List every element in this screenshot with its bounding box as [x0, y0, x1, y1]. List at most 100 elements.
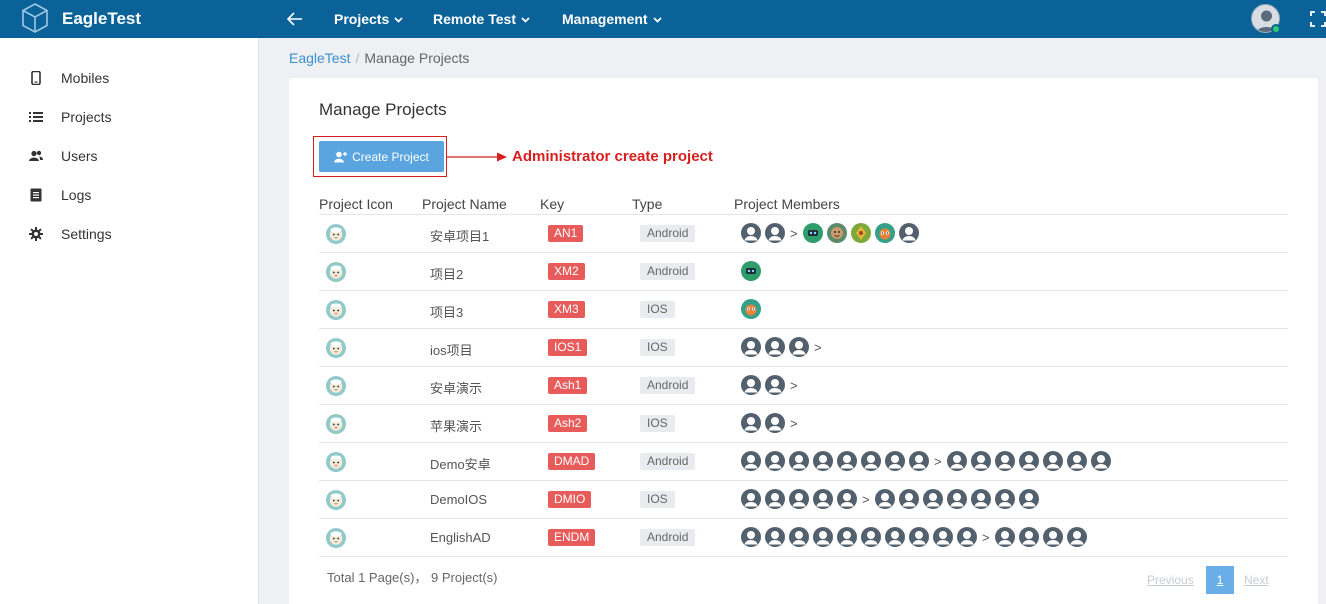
member-avatar-icon[interactable] — [970, 451, 991, 471]
member-avatar-icon[interactable] — [837, 489, 857, 509]
create-project-button[interactable]: Create Project — [319, 141, 444, 172]
member-avatar-icon[interactable] — [765, 489, 785, 509]
owl-avatar-icon[interactable] — [741, 299, 761, 319]
member-avatar-icon[interactable] — [789, 489, 809, 509]
table-row[interactable]: 安卓项目1 AN1 Android > — [319, 215, 1288, 253]
more-members-indicator[interactable]: > — [981, 530, 991, 545]
sidebar-item-logs[interactable]: Logs — [0, 180, 259, 210]
table-row[interactable]: DemoIOS DMIO IOS > — [319, 481, 1288, 519]
member-avatar-icon[interactable] — [861, 451, 881, 471]
member-avatar-icon[interactable] — [741, 337, 761, 357]
member-avatar-icon[interactable] — [874, 489, 895, 509]
member-avatar-icon[interactable] — [789, 337, 809, 357]
sidebar-item-users[interactable]: Users — [0, 141, 259, 171]
robot-avatar-icon[interactable] — [802, 223, 823, 243]
member-avatar-icon[interactable] — [765, 375, 785, 395]
project-members: > — [741, 337, 823, 357]
project-name[interactable]: EnglishAD — [430, 530, 491, 545]
table-row[interactable]: 项目2 XM2 Android — [319, 253, 1288, 291]
member-avatar-icon[interactable] — [909, 451, 929, 471]
project-name[interactable]: ios项目 — [430, 340, 473, 359]
member-avatar-icon[interactable] — [1090, 451, 1111, 471]
member-avatar-icon[interactable] — [1042, 527, 1063, 547]
breadcrumb-root[interactable]: EagleTest — [289, 50, 350, 66]
robot-avatar-icon[interactable] — [741, 261, 761, 281]
member-avatar-icon[interactable] — [994, 451, 1015, 471]
project-name[interactable]: 安卓演示 — [430, 378, 482, 397]
member-avatar-icon[interactable] — [813, 451, 833, 471]
more-members-indicator[interactable]: > — [789, 416, 799, 431]
cube-logo-icon — [22, 3, 48, 33]
nav-projects[interactable]: Projects — [334, 11, 403, 27]
member-avatar-icon[interactable] — [813, 527, 833, 547]
more-members-indicator[interactable]: > — [789, 226, 799, 241]
member-avatar-icon[interactable] — [861, 527, 881, 547]
member-avatar-icon[interactable] — [909, 527, 929, 547]
member-avatar-icon[interactable] — [837, 527, 857, 547]
member-avatar-icon[interactable] — [994, 489, 1015, 509]
more-members-indicator[interactable]: > — [933, 454, 943, 469]
member-avatar-icon[interactable] — [885, 451, 905, 471]
member-avatar-icon[interactable] — [1066, 527, 1087, 547]
member-avatar-icon[interactable] — [1018, 527, 1039, 547]
member-avatar-icon[interactable] — [922, 489, 943, 509]
table-row[interactable]: 项目3 XM3 IOS — [319, 291, 1288, 329]
member-avatar-icon[interactable] — [1066, 451, 1087, 471]
project-name[interactable]: 安卓项目1 — [430, 226, 489, 245]
member-avatar-icon[interactable] — [994, 527, 1015, 547]
sidebar-item-projects[interactable]: Projects — [0, 102, 259, 132]
sidebar-item-mobiles[interactable]: Mobiles — [0, 63, 259, 93]
sidebar-item-settings[interactable]: Settings — [0, 219, 259, 249]
member-avatar-icon[interactable] — [898, 223, 919, 243]
member-avatar-icon[interactable] — [765, 337, 785, 357]
pagination-next[interactable]: Next — [1244, 573, 1269, 587]
table-row[interactable]: ios项目 IOS1 IOS > — [319, 329, 1288, 367]
pagination-previous[interactable]: Previous — [1147, 573, 1194, 587]
member-avatar-icon[interactable] — [789, 527, 809, 547]
project-name[interactable]: DemoIOS — [430, 492, 487, 507]
member-avatar-icon[interactable] — [957, 527, 977, 547]
member-avatar-icon[interactable] — [1018, 451, 1039, 471]
member-avatar-icon[interactable] — [741, 527, 761, 547]
table-row[interactable]: EnglishAD ENDM Android > — [319, 519, 1288, 557]
member-avatar-icon[interactable] — [885, 527, 905, 547]
project-name[interactable]: 项目3 — [430, 302, 463, 321]
project-name[interactable]: 项目2 — [430, 264, 463, 283]
member-avatar-icon[interactable] — [741, 451, 761, 471]
monkey-avatar-icon[interactable] — [826, 223, 847, 243]
fullscreen-icon[interactable] — [1310, 11, 1326, 27]
member-avatar-icon[interactable] — [741, 413, 761, 433]
back-arrow-icon[interactable] — [286, 10, 304, 28]
more-members-indicator[interactable]: > — [813, 340, 823, 355]
member-avatar-icon[interactable] — [765, 451, 785, 471]
member-avatar-icon[interactable] — [741, 223, 761, 243]
member-avatar-icon[interactable] — [765, 527, 785, 547]
member-avatar-icon[interactable] — [970, 489, 991, 509]
member-avatar-icon[interactable] — [946, 489, 967, 509]
member-avatar-icon[interactable] — [898, 489, 919, 509]
member-avatar-icon[interactable] — [837, 451, 857, 471]
table-row[interactable]: 安卓演示 Ash1 Android > — [319, 367, 1288, 405]
table-row[interactable]: 苹果演示 Ash2 IOS > — [319, 405, 1288, 443]
member-avatar-icon[interactable] — [765, 413, 785, 433]
member-avatar-icon[interactable] — [813, 489, 833, 509]
nav-management[interactable]: Management — [562, 11, 662, 27]
nav-remote-test[interactable]: Remote Test — [433, 11, 530, 27]
member-avatar-icon[interactable] — [789, 451, 809, 471]
project-name[interactable]: Demo安卓 — [430, 454, 491, 473]
member-avatar-icon[interactable] — [765, 223, 785, 243]
more-members-indicator[interactable]: > — [789, 378, 799, 393]
kite-avatar-icon[interactable] — [850, 223, 871, 243]
more-members-indicator[interactable]: > — [861, 492, 871, 507]
pagination-page-1[interactable]: 1 — [1206, 566, 1234, 594]
project-name[interactable]: 苹果演示 — [430, 416, 482, 435]
owl-avatar-icon[interactable] — [874, 223, 895, 243]
member-avatar-icon[interactable] — [741, 489, 761, 509]
member-avatar-icon[interactable] — [933, 527, 953, 547]
member-avatar-icon[interactable] — [741, 375, 761, 395]
member-avatar-icon[interactable] — [1042, 451, 1063, 471]
brand-name[interactable]: EagleTest — [62, 9, 141, 29]
member-avatar-icon[interactable] — [946, 451, 967, 471]
table-row[interactable]: Demo安卓 DMAD Android > — [319, 443, 1288, 481]
member-avatar-icon[interactable] — [1018, 489, 1039, 509]
